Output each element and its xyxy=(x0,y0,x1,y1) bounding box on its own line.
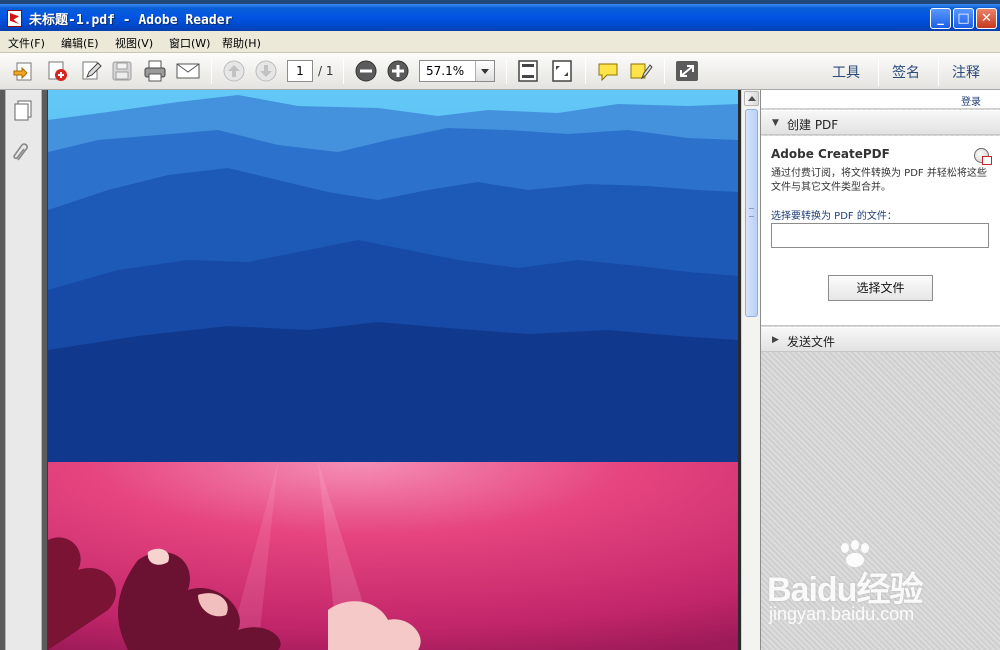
create-pdf-header-label: 创建 PDF xyxy=(787,118,839,132)
create-pdf-icon[interactable] xyxy=(45,60,69,82)
page-number-input[interactable]: 1 xyxy=(287,60,313,82)
watermark-url: jingyan.baidu.com xyxy=(769,604,915,624)
menu-file[interactable]: 文件(F) xyxy=(8,35,45,51)
scroll-thumb[interactable] xyxy=(745,109,758,317)
zoom-select[interactable]: 57.1% xyxy=(419,60,495,82)
document-page-image xyxy=(48,90,738,650)
create-pdf-title: Adobe CreatePDF xyxy=(771,147,890,161)
zoom-value: 57.1% xyxy=(426,64,465,78)
choose-file-button[interactable]: 选择文件 xyxy=(828,275,933,301)
menu-bar: 文件(F) 编辑(E) 视图(V) 窗口(W) 帮助(H) xyxy=(0,31,1000,53)
baidu-watermark: Baidu经验 jingyan.baidu.com xyxy=(765,540,965,640)
edit-icon[interactable] xyxy=(79,60,103,82)
toolbar-separator xyxy=(211,59,212,84)
toolbar-separator xyxy=(506,59,507,84)
create-pdf-section-header[interactable]: ▼ 创建 PDF xyxy=(761,110,1000,135)
login-bar: 登录 xyxy=(761,90,1000,109)
create-pdf-description: 通过付费订阅，将文件转换为 PDF 并轻松将这些文件与其它文件类型合并。 xyxy=(771,168,987,193)
comment-icon[interactable] xyxy=(596,60,620,82)
maximize-button[interactable]: □ xyxy=(953,8,974,29)
email-icon[interactable] xyxy=(176,60,200,82)
toolbar-separator xyxy=(878,57,879,86)
document-view[interactable] xyxy=(48,90,738,650)
fullscreen-icon[interactable] xyxy=(675,60,699,82)
save-icon[interactable] xyxy=(110,60,134,82)
menu-edit[interactable]: 编辑(E) xyxy=(61,35,99,51)
open-icon[interactable] xyxy=(12,60,36,82)
fit-width-icon[interactable] xyxy=(550,60,574,82)
menu-window[interactable]: 窗口(W) xyxy=(169,35,210,51)
zoom-in-icon[interactable] xyxy=(386,60,410,82)
adobe-reader-icon xyxy=(7,10,22,27)
sign-button[interactable]: 签名 xyxy=(892,62,920,82)
vertical-scrollbar[interactable] xyxy=(741,90,760,650)
toolbar-separator xyxy=(938,57,939,86)
scroll-up-icon[interactable] xyxy=(744,91,759,106)
fit-page-icon[interactable] xyxy=(516,60,540,82)
menu-view[interactable]: 视图(V) xyxy=(115,35,153,51)
tools-button[interactable]: 工具 xyxy=(832,62,860,82)
toolbar: 1 / 1 57.1% 工具 签名 注释 xyxy=(0,53,1000,90)
send-files-header-label: 发送文件 xyxy=(787,335,836,349)
chevron-down-icon[interactable] xyxy=(475,61,494,81)
send-files-section-header[interactable]: ▶ 发送文件 xyxy=(761,327,1000,352)
triangle-right-icon: ▶ xyxy=(772,335,779,345)
page-total: / 1 xyxy=(318,64,334,78)
create-pdf-section: Adobe CreatePDF 通过付费订阅，将文件转换为 PDF 并轻松将这些… xyxy=(761,136,1000,326)
zoom-out-icon[interactable] xyxy=(354,60,378,82)
highlight-icon[interactable] xyxy=(629,60,653,82)
comment-button[interactable]: 注释 xyxy=(952,62,980,82)
file-path-input[interactable] xyxy=(771,223,989,248)
attachments-icon[interactable] xyxy=(13,141,33,165)
triangle-down-icon: ▼ xyxy=(772,118,779,128)
menu-help[interactable]: 帮助(H) xyxy=(222,35,261,51)
minimize-button[interactable]: _ xyxy=(930,8,951,29)
toolbar-separator xyxy=(585,59,586,84)
close-button[interactable]: ✕ xyxy=(976,8,997,29)
window-title: 未标题-1.pdf - Adobe Reader xyxy=(29,13,233,28)
title-bar: 未标题-1.pdf - Adobe Reader _ □ ✕ xyxy=(0,0,1000,31)
navigation-pane xyxy=(0,90,48,650)
prev-page-icon[interactable] xyxy=(222,60,246,82)
toolbar-separator xyxy=(664,59,665,84)
print-icon[interactable] xyxy=(143,60,167,82)
next-page-icon[interactable] xyxy=(254,60,278,82)
file-select-prompt: 选择要转换为 PDF 的文件： xyxy=(771,211,897,222)
pages-icon[interactable] xyxy=(12,100,34,122)
login-link[interactable]: 登录 xyxy=(961,93,981,108)
toolbar-separator xyxy=(343,59,344,84)
create-pdf-info-icon[interactable] xyxy=(974,148,992,165)
